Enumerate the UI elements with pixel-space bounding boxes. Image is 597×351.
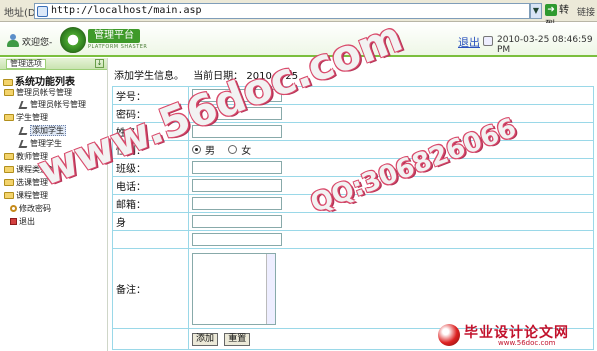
- sidebar-item-teacher[interactable]: 教师管理: [4, 151, 48, 162]
- edit-icon: [18, 139, 30, 148]
- sidebar-item-admin-account-group[interactable]: 管理员帐号管理: [4, 87, 72, 98]
- page-title: 添加学生信息。 当前日期： 2010-3-25: [114, 71, 299, 82]
- edit-icon: [18, 100, 30, 109]
- edit-icon: [18, 126, 30, 135]
- current-datetime: 2010-03-25 08:46:59 PM: [497, 35, 593, 55]
- sidebar-tab[interactable]: 管理选项: [6, 59, 46, 69]
- sidebar-item-change-password[interactable]: 修改密码: [10, 203, 51, 214]
- form-row-remark: 备注：: [112, 248, 594, 329]
- user-icon: [7, 34, 19, 47]
- sidebar-item-manage-student[interactable]: 管理学生: [18, 138, 62, 149]
- label-class: 班级：: [112, 158, 189, 177]
- email-input[interactable]: [192, 197, 282, 210]
- folder-icon: [4, 166, 14, 173]
- welcome-text: 欢迎您-: [22, 38, 53, 48]
- form-row-id: 学号：: [112, 86, 594, 105]
- label-phone: 电话：: [112, 176, 189, 195]
- label-row9: [112, 230, 189, 249]
- logout-link[interactable]: 退出: [458, 34, 480, 50]
- folder-open-icon: [3, 78, 13, 86]
- logo-title: 管理平台: [88, 29, 140, 43]
- sidebar-item-course-category[interactable]: 课程类别管理: [4, 164, 64, 175]
- address-bar: 地址(D) http://localhost/main.asp ▼ ➜转到 链接: [0, 0, 597, 31]
- folder-icon: [4, 89, 14, 96]
- sex-male-label: 男: [205, 146, 215, 157]
- key-icon: [10, 205, 17, 212]
- footer-logo-url: www.56doc.com: [498, 339, 556, 347]
- sidebar: 管理选项 ↓ 系统功能列表 管理员帐号管理 管理员帐号管理 学生管理 添加学生 …: [0, 58, 108, 351]
- add-button[interactable]: 添加: [192, 332, 219, 346]
- sidebar-item-exit[interactable]: 退出: [10, 216, 35, 227]
- sidebar-item-course[interactable]: 课程管理: [4, 190, 48, 201]
- label-email: 邮箱：: [112, 194, 189, 213]
- password-input[interactable]: [192, 107, 282, 120]
- footer-logo: 毕业设计论文网 www.56doc.com: [438, 322, 594, 349]
- form-row-phone: 电话：: [112, 176, 594, 195]
- add-student-form: 学号： 密码： 姓名： 性别： 男 女 班级： 电话： 邮箱： 身 备注： 添加…: [112, 86, 594, 350]
- sex-male-radio[interactable]: [192, 145, 201, 154]
- sidebar-item-student-group[interactable]: 学生管理: [4, 112, 48, 123]
- pin-icon[interactable]: ↓: [95, 59, 104, 68]
- sidebar-item-admin-account[interactable]: 管理员帐号管理: [18, 99, 86, 110]
- exit-icon: [10, 218, 17, 225]
- folder-icon: [4, 192, 14, 199]
- logo-ball-icon: [438, 324, 460, 346]
- reset-button[interactable]: 重置: [224, 332, 251, 346]
- sidebar-item-course-selection[interactable]: 选课管理: [4, 177, 48, 188]
- sidebar-item-add-student[interactable]: 添加学生: [18, 125, 66, 136]
- folder-icon: [4, 179, 14, 186]
- textarea-scrollbar[interactable]: [266, 253, 275, 324]
- row8-input[interactable]: [192, 215, 282, 228]
- form-row-9: [112, 230, 594, 249]
- sidebar-header: 管理选项 ↓: [0, 58, 107, 70]
- row9-input[interactable]: [192, 233, 282, 246]
- go-button[interactable]: ➜转到: [545, 3, 575, 31]
- logo-subtitle: PLATFORM SHASTER: [88, 44, 148, 50]
- url-text: http://localhost/main.asp: [51, 5, 202, 16]
- sex-female-radio[interactable]: [228, 145, 238, 154]
- label-sex: 性别：: [112, 140, 189, 159]
- date-value: 2010-3-25: [246, 71, 299, 82]
- form-row-class: 班级：: [112, 158, 594, 177]
- form-row-sex: 性别： 男 女: [112, 140, 594, 159]
- date-label: 当前日期：: [193, 71, 244, 82]
- logo-icon: [60, 27, 86, 53]
- label-id: 学号：: [112, 86, 189, 105]
- page-icon: [37, 6, 48, 17]
- phone-input[interactable]: [192, 179, 282, 192]
- student-id-input[interactable]: [192, 89, 282, 102]
- name-input[interactable]: [192, 125, 282, 138]
- remark-textarea[interactable]: [192, 252, 276, 325]
- class-input[interactable]: [192, 161, 282, 174]
- label-remark: 备注：: [112, 248, 189, 329]
- go-arrow-icon: ➜: [545, 4, 557, 16]
- folder-icon: [4, 153, 14, 160]
- sex-female-label: 女: [241, 146, 252, 157]
- form-row-email: 邮箱：: [112, 194, 594, 213]
- tree-root[interactable]: 系统功能列表: [3, 73, 75, 88]
- clock-icon: [483, 36, 493, 46]
- form-row-name: 姓名：: [112, 122, 594, 141]
- app-header: 欢迎您- 管理平台 PLATFORM SHASTER 退出 2010-03-25…: [0, 23, 597, 57]
- form-row-password: 密码：: [112, 104, 594, 123]
- label-row8: 身: [112, 212, 189, 231]
- url-field[interactable]: http://localhost/main.asp: [34, 3, 530, 19]
- url-dropdown-button[interactable]: ▼: [530, 3, 542, 19]
- label-name: 姓名：: [112, 122, 189, 141]
- form-row-8: 身: [112, 212, 594, 231]
- folder-icon: [4, 114, 14, 121]
- label-password: 密码：: [112, 104, 189, 123]
- links-button[interactable]: 链接: [577, 5, 595, 18]
